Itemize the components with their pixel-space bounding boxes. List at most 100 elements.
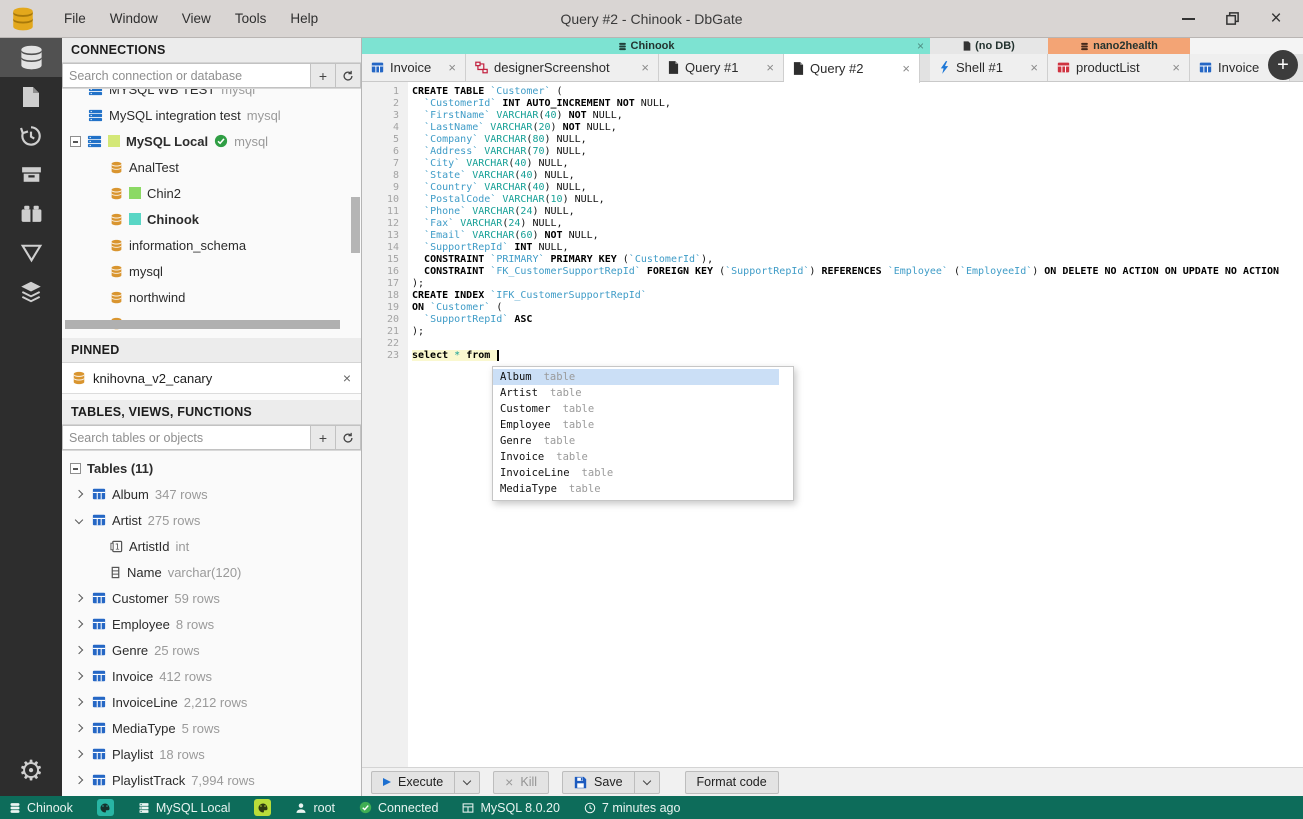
- autocomplete-item[interactable]: Employee table: [493, 417, 779, 433]
- chevron-right-icon[interactable]: [74, 775, 84, 785]
- connection-row[interactable]: MYSQL WB TEST mysql: [62, 89, 361, 102]
- query-toolbar: Execute × Kill Save Format code: [362, 767, 1303, 796]
- minimize-button[interactable]: [1179, 10, 1197, 28]
- chevron-right-icon[interactable]: [74, 749, 84, 759]
- database-row[interactable]: AnalTest: [62, 154, 361, 180]
- tables-group-row[interactable]: Tables (11): [62, 455, 361, 481]
- autocomplete-item[interactable]: Customer table: [493, 401, 779, 417]
- new-tab-button[interactable]: +: [1268, 50, 1298, 80]
- status-user[interactable]: root: [295, 801, 335, 815]
- autocomplete-item[interactable]: Artist table: [493, 385, 779, 401]
- format-code-button[interactable]: Format code: [684, 770, 779, 794]
- status-connection[interactable]: MySQL Local: [138, 801, 230, 815]
- table-row[interactable]: Album 347 rows: [62, 481, 361, 507]
- menu-view[interactable]: View: [170, 11, 223, 26]
- collapse-toggle[interactable]: [70, 462, 81, 474]
- refresh-tables-button[interactable]: [336, 425, 361, 450]
- chevron-right-icon[interactable]: [74, 489, 84, 499]
- autocomplete-item[interactable]: Invoice table: [493, 449, 779, 465]
- autocomplete-item[interactable]: InvoiceLine table: [493, 465, 779, 481]
- sql-editor[interactable]: 1 2 3 4 5 6 7 8 9 10 11 12 13 14 15 16 17 18 19 20 21 22 23 CR…: [362, 82, 1303, 767]
- table-icon: [1057, 61, 1070, 74]
- sidebar-item-history[interactable]: [0, 116, 62, 155]
- close-button[interactable]: ×: [1267, 9, 1285, 28]
- table-row[interactable]: Playlist 18 rows: [62, 741, 361, 767]
- menu-help[interactable]: Help: [278, 11, 330, 26]
- kill-button[interactable]: × Kill: [493, 770, 550, 794]
- table-row[interactable]: Genre 25 rows: [62, 637, 361, 663]
- status-database[interactable]: Chinook: [9, 801, 73, 815]
- execute-options-button[interactable]: [455, 770, 481, 794]
- tab-group-no-db[interactable]: (no DB): [930, 38, 1048, 54]
- chevron-right-icon[interactable]: [74, 671, 84, 681]
- connections-search-input[interactable]: [62, 63, 311, 88]
- menu-tools[interactable]: Tools: [223, 11, 279, 26]
- chevron-right-icon[interactable]: [74, 593, 84, 603]
- connection-row[interactable]: MySQL integration test mysql: [62, 102, 361, 128]
- database-row[interactable]: northwind: [62, 284, 361, 310]
- table-row[interactable]: MediaType 5 rows: [62, 715, 361, 741]
- close-tab-icon[interactable]: ×: [902, 61, 910, 76]
- close-tab-icon[interactable]: ×: [1030, 60, 1038, 75]
- pinned-item[interactable]: knihovna_v2_canary ×: [62, 363, 361, 394]
- menu-window[interactable]: Window: [98, 11, 170, 26]
- chevron-right-icon[interactable]: [74, 645, 84, 655]
- column-type: int: [175, 538, 190, 554]
- table-row[interactable]: Invoice 412 rows: [62, 663, 361, 689]
- collapse-toggle[interactable]: [70, 135, 81, 147]
- close-group-icon[interactable]: ×: [917, 39, 924, 53]
- autocomplete-item[interactable]: MediaType table: [493, 481, 779, 497]
- close-tab-icon[interactable]: ×: [1172, 60, 1180, 75]
- chevron-right-icon[interactable]: [74, 697, 84, 707]
- tab-invoice[interactable]: Invoice ×: [362, 54, 466, 81]
- database-row[interactable]: information_schema: [62, 232, 361, 258]
- close-tab-icon[interactable]: ×: [641, 60, 649, 75]
- tab-group-chinook[interactable]: Chinook ×: [362, 38, 930, 54]
- add-table-button[interactable]: +: [311, 425, 336, 450]
- tab-product-list[interactable]: productList ×: [1048, 54, 1190, 81]
- settings-gear-icon[interactable]: ⚙: [0, 744, 62, 796]
- column-row[interactable]: Name varchar(120): [62, 559, 361, 585]
- table-row[interactable]: InvoiceLine 2,212 rows: [62, 689, 361, 715]
- column-row[interactable]: 1 ArtistId int: [62, 533, 361, 559]
- add-connection-button[interactable]: +: [311, 63, 336, 88]
- sidebar-item-database[interactable]: [0, 38, 62, 77]
- horizontal-scrollbar[interactable]: [65, 320, 340, 329]
- tab-designer-screenshot[interactable]: designerScreenshot ×: [466, 54, 659, 81]
- sidebar-item-plugins[interactable]: [0, 194, 62, 233]
- database-row-chinook[interactable]: Chinook: [62, 206, 361, 232]
- autocomplete-item[interactable]: Album table: [493, 369, 779, 385]
- tab-query-1[interactable]: Query #1 ×: [659, 54, 784, 81]
- sidebar-item-archive[interactable]: [0, 155, 62, 194]
- sidebar-item-query-designer[interactable]: [0, 233, 62, 272]
- table-row[interactable]: Employee 8 rows: [62, 611, 361, 637]
- connection-row-mysql-local[interactable]: MySQL Local mysql: [62, 128, 361, 154]
- database-row[interactable]: Chin2: [62, 180, 361, 206]
- execute-button[interactable]: Execute: [371, 770, 456, 794]
- restore-button[interactable]: [1223, 10, 1241, 28]
- tab-query-2[interactable]: Query #2 ×: [784, 54, 920, 83]
- vertical-scrollbar[interactable]: [351, 197, 360, 253]
- table-row[interactable]: PlaylistTrack 7,994 rows: [62, 767, 361, 793]
- table-row-artist[interactable]: Artist 275 rows: [62, 507, 361, 533]
- tab-group-nano2health[interactable]: nano2health: [1048, 38, 1190, 54]
- connection-color-chip[interactable]: [254, 799, 272, 816]
- chevron-down-icon[interactable]: [74, 515, 84, 525]
- sidebar-item-files[interactable]: [0, 77, 62, 116]
- close-tab-icon[interactable]: ×: [448, 60, 456, 75]
- tables-search-input[interactable]: [62, 425, 311, 450]
- chevron-right-icon[interactable]: [74, 723, 84, 733]
- sidebar-item-cells[interactable]: [0, 272, 62, 311]
- refresh-connections-button[interactable]: [336, 63, 361, 88]
- database-color-chip[interactable]: [96, 799, 114, 816]
- save-options-button[interactable]: [634, 770, 660, 794]
- unpin-close-icon[interactable]: ×: [343, 370, 351, 386]
- close-tab-icon[interactable]: ×: [766, 60, 774, 75]
- database-row[interactable]: mysql: [62, 258, 361, 284]
- tab-shell-1[interactable]: Shell #1 ×: [930, 54, 1048, 81]
- menu-file[interactable]: File: [52, 11, 98, 26]
- table-row[interactable]: Customer 59 rows: [62, 585, 361, 611]
- save-button[interactable]: Save: [562, 770, 635, 794]
- chevron-right-icon[interactable]: [74, 619, 84, 629]
- autocomplete-item[interactable]: Genre table: [493, 433, 779, 449]
